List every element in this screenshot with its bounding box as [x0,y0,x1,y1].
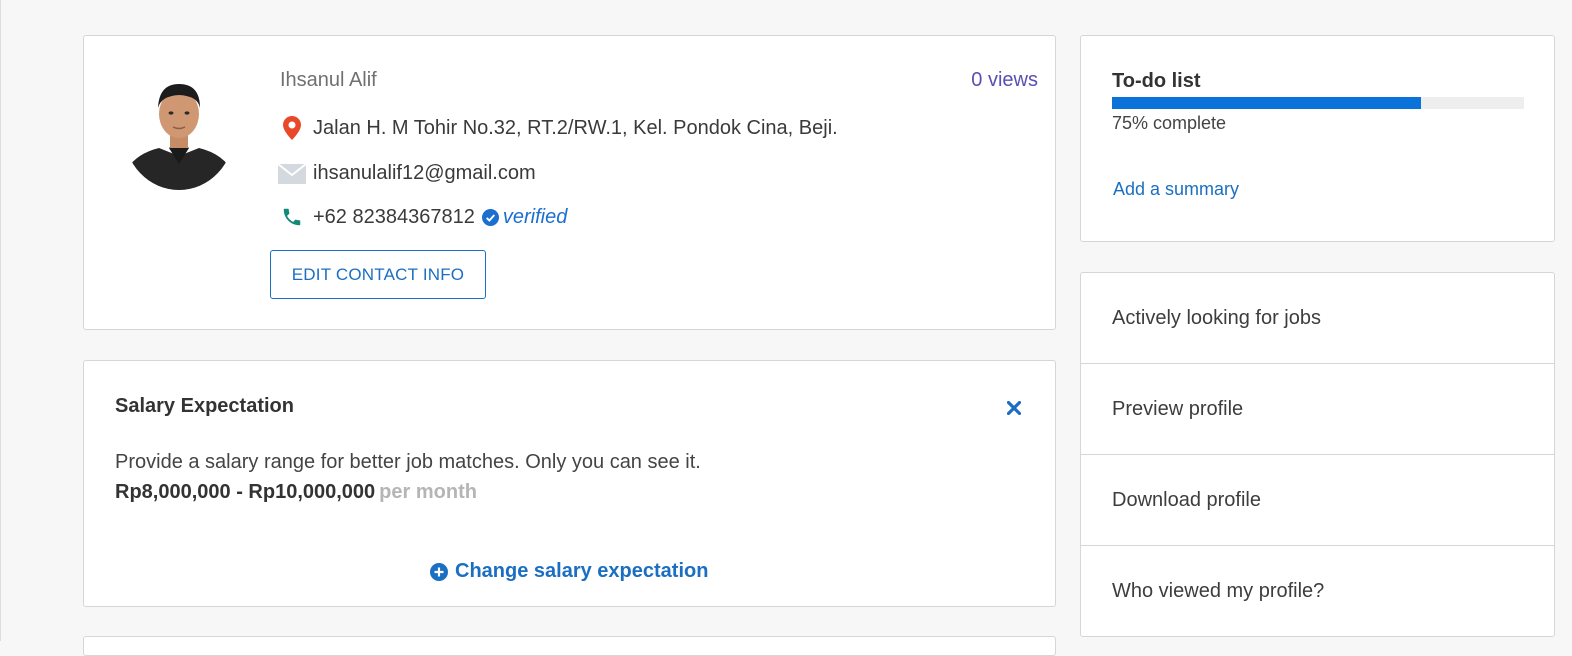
salary-range: Rp8,000,000 - Rp10,000,000 per month [115,481,477,504]
plus-circle-icon [430,562,448,581]
profile-card: Ihsanul Alif 0 views Jalan H. M Tohir No… [83,35,1056,330]
profile-name: Ihsanul Alif [280,69,377,91]
next-section-card [83,636,1056,656]
profile-views[interactable]: 0 views [971,69,1038,92]
verified-label: verified [502,205,568,228]
avatar[interactable] [124,74,234,190]
add-summary-link[interactable]: Add a summary [1113,179,1239,200]
todo-card: To-do list 75% complete Add a summary [1080,35,1555,242]
phone-row: +62 82384367812 verified [278,203,567,231]
salary-period: per month [379,481,477,503]
todo-title: To-do list [1112,70,1201,92]
menu-item-who-viewed[interactable]: Who viewed my profile? [1081,546,1554,637]
salary-expectation-card: Salary Expectation Provide a salary rang… [83,360,1056,607]
phone-icon [278,203,306,231]
salary-title: Salary Expectation [115,395,294,417]
todo-progress-text: 75% complete [1112,113,1227,133]
change-salary-link[interactable]: Change salary expectation [430,560,708,583]
location-pin-icon [278,114,306,142]
profile-actions-menu: Actively looking for jobs Preview profil… [1080,272,1555,637]
address-row: Jalan H. M Tohir No.32, RT.2/RW.1, Kel. … [278,114,838,142]
email-text: ihsanulalif12@gmail.com [313,161,536,184]
envelope-icon [278,159,306,187]
verified-badge: verified [481,205,568,229]
salary-description: Provide a salary range for better job ma… [115,451,701,473]
edit-contact-info-button[interactable]: EDIT CONTACT INFO [270,250,486,299]
page-left-border [0,0,1,641]
check-circle-icon [481,208,499,226]
change-salary-label: Change salary expectation [455,560,709,582]
menu-item-actively-looking[interactable]: Actively looking for jobs [1081,273,1554,364]
todo-progress-fill [1112,97,1421,109]
menu-item-download-profile[interactable]: Download profile [1081,455,1554,546]
address-text: Jalan H. M Tohir No.32, RT.2/RW.1, Kel. … [313,116,838,139]
close-icon[interactable] [1003,397,1025,419]
phone-text: +62 82384367812 [313,205,475,228]
todo-progress-bar [1112,97,1524,109]
email-row: ihsanulalif12@gmail.com [278,159,536,187]
salary-amount: Rp8,000,000 - Rp10,000,000 [115,481,376,503]
menu-item-preview-profile[interactable]: Preview profile [1081,364,1554,455]
